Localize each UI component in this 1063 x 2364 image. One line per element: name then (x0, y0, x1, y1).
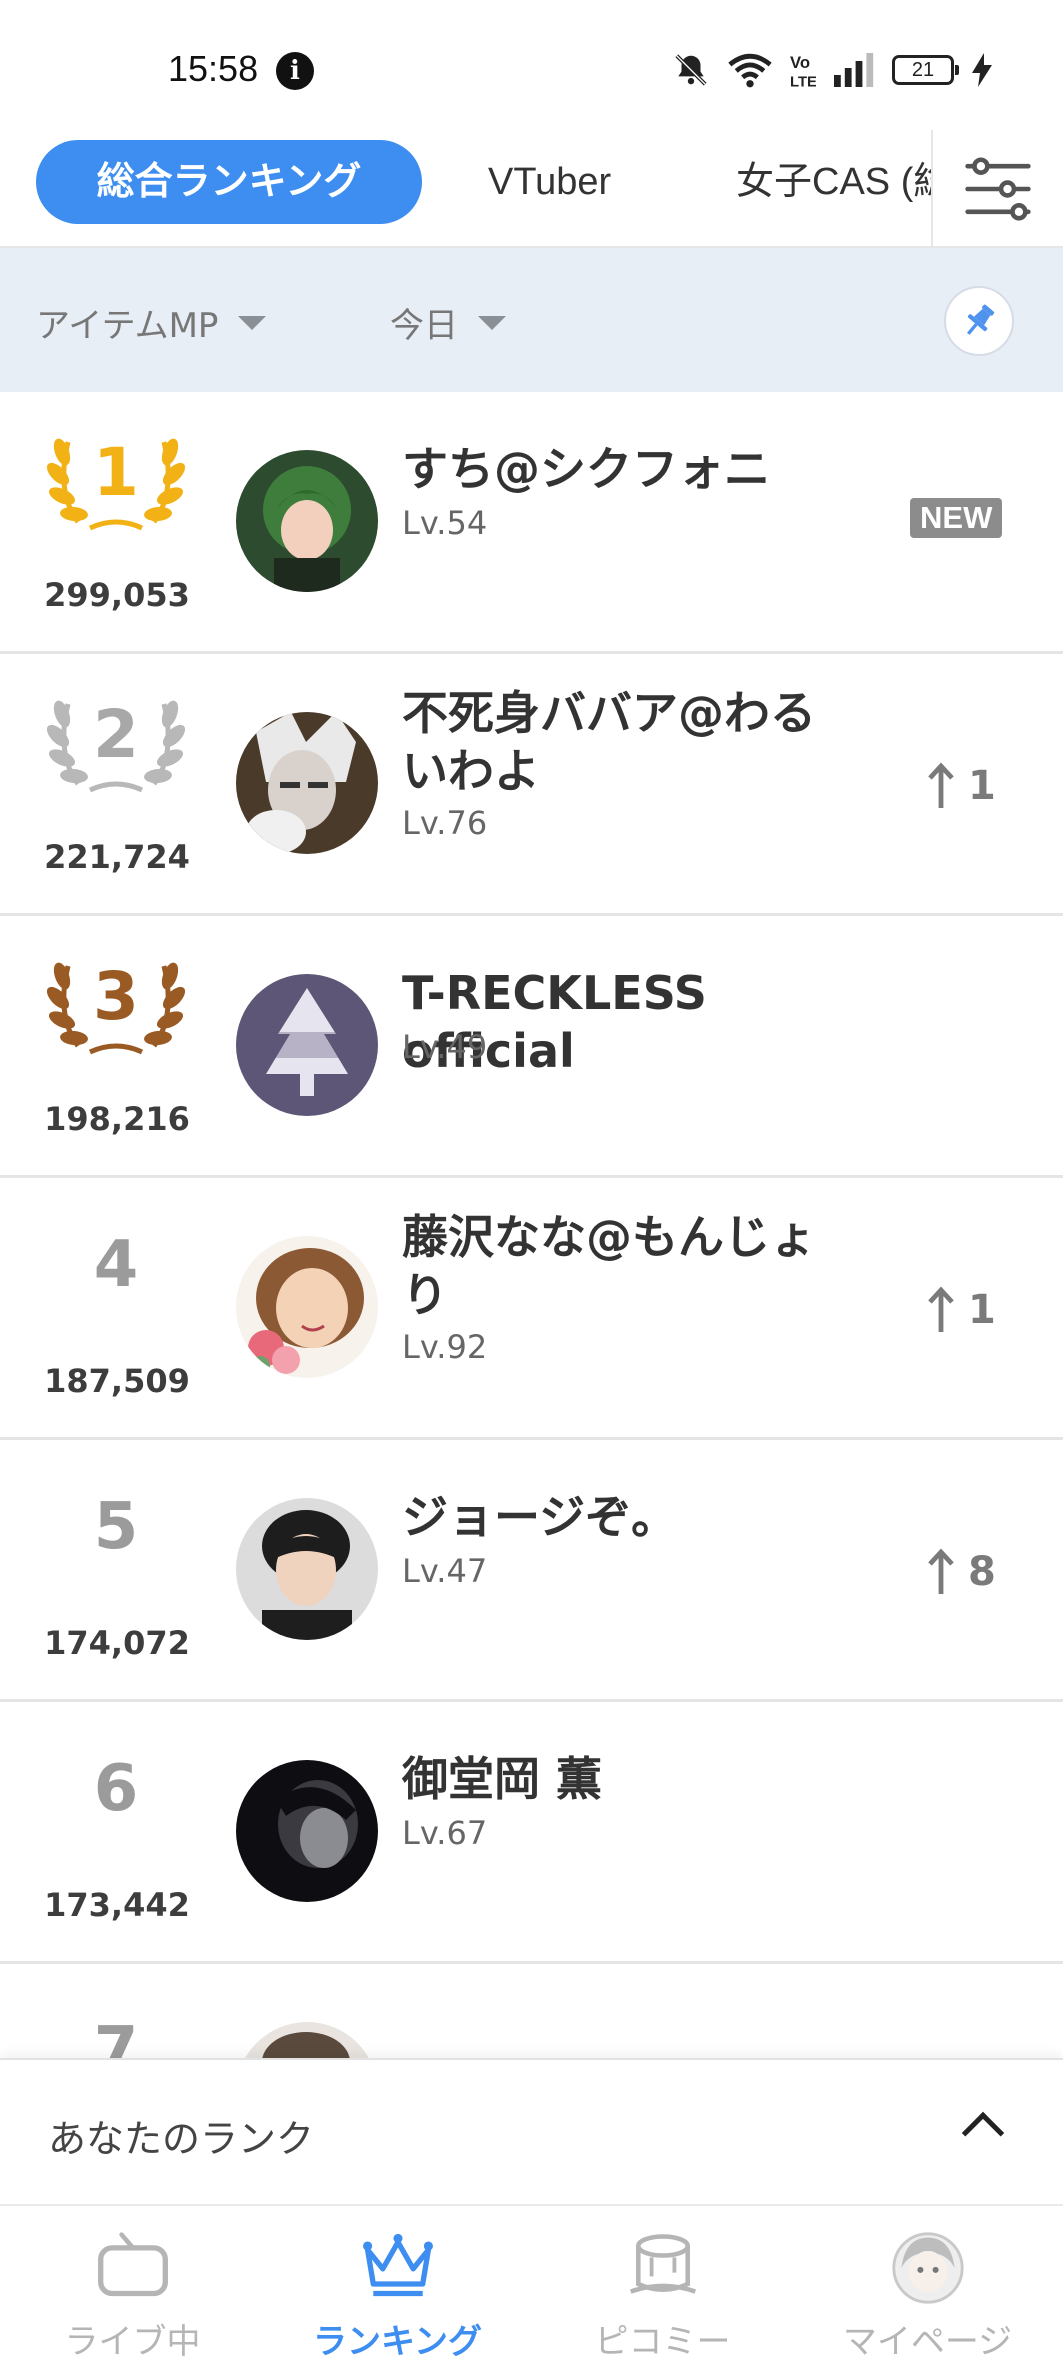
rank-change-value: 1 (968, 763, 996, 809)
rank-change: 1 (928, 762, 996, 810)
ranking-row[interactable]: 5 174,072 ジョージぞ。 Lv.47 8 (0, 1440, 1063, 1702)
chevron-up-icon[interactable] (961, 2111, 1005, 2155)
ranking-row[interactable]: 4 187,509 藤沢なな@もんじょり Lv.92 1 (0, 1178, 1063, 1440)
signal-icon (834, 53, 874, 87)
avatar[interactable] (236, 1236, 378, 1378)
nav-label: ランキング (313, 2322, 482, 2362)
wifi-icon (728, 53, 772, 88)
item-mp-label: アイテムMP (36, 306, 219, 346)
streamer-name: 藤沢なな@もんじょり (402, 1210, 816, 1322)
sliders-icon (965, 157, 1031, 221)
nav-label: ライブ中 (64, 2322, 201, 2362)
status-time: 15:58 (168, 48, 259, 89)
tv-icon (95, 2230, 171, 2304)
rank-score: 173,442 (44, 1886, 190, 1924)
avatar[interactable] (236, 712, 378, 854)
ranking-row[interactable]: 2 221,724 不死身ババア@わるいわよ Lv.76 1 (0, 654, 1063, 916)
avatar[interactable] (236, 974, 378, 1116)
bronze-laurel-badge: 3 (38, 936, 194, 1066)
rank-score: 174,072 (44, 1624, 190, 1662)
svg-text:Vo: Vo (790, 53, 810, 72)
streamer-level: Lv.76 (402, 804, 488, 842)
pin-icon (967, 304, 995, 335)
crown-icon (360, 2230, 436, 2304)
rank-change-value: 1 (968, 1287, 996, 1333)
period-dropdown[interactable]: 今日 (390, 298, 506, 347)
arrow-up-icon (928, 1548, 954, 1594)
rank-score: 187,509 (44, 1362, 190, 1400)
nav-ranking[interactable]: ランキング (265, 2206, 530, 2364)
rank-score: 299,053 (44, 576, 190, 614)
rank-number: 5 (93, 1490, 139, 1564)
avatar[interactable] (236, 1760, 378, 1902)
nav-mypage[interactable]: マイページ (795, 2206, 1060, 2364)
bottom-navigation: ライブ中 ランキング ピコミー マイページ (0, 2204, 1063, 2364)
nav-picome[interactable]: ピコミー (530, 2206, 795, 2364)
streamer-level: Lv.49 (402, 1028, 488, 1066)
streamer-level: Lv.54 (402, 504, 488, 542)
streamer-name: 不死身ババア@わるいわよ (402, 686, 816, 798)
rank-number: 7 (93, 2014, 139, 2060)
status-icons: Vo LTE 21 (672, 48, 992, 92)
streamer-level: Lv.92 (402, 1328, 488, 1366)
ranking-row[interactable]: 1 299,053 すち@シクフォニ Lv.54 NEW (0, 392, 1063, 654)
tab-overall-ranking[interactable]: 総合ランキング (36, 140, 422, 224)
streamer-level: Lv.47 (402, 1552, 488, 1590)
filter-settings-button[interactable] (931, 130, 1063, 246)
battery-icon: 21 (892, 55, 959, 85)
filter-row: アイテムMP 今日 (0, 248, 1063, 392)
category-tabs: 総合ランキング VTuber 女子CAS (総 (0, 130, 1063, 248)
charging-icon (972, 53, 992, 87)
rank-number: 2 (93, 696, 139, 773)
item-mp-dropdown[interactable]: アイテムMP (36, 298, 267, 347)
ranking-row[interactable]: 3 198,216 T-RECKLESS official Lv.49 (0, 916, 1063, 1178)
rank-change: 8 (928, 1548, 996, 1596)
info-icon: i (276, 52, 314, 90)
rank-number: 6 (93, 1752, 139, 1826)
arrow-up-icon (928, 762, 954, 808)
tab-vtuber[interactable]: VTuber (488, 140, 611, 224)
status-bar: 15:58 i Vo LTE 21 (0, 0, 1063, 130)
ranking-list: 1 299,053 すち@シクフォニ Lv.54 NEW 2 221,724 不… (0, 392, 1063, 2060)
tree-stump-icon (625, 2230, 701, 2304)
your-rank-label: あなたのランク (48, 2117, 315, 2161)
volte-icon: Vo LTE (790, 53, 816, 89)
avatar[interactable] (236, 450, 378, 592)
ranking-row[interactable]: 7 (0, 1964, 1063, 2060)
caret-down-icon (238, 315, 267, 330)
user-avatar-icon (890, 2230, 966, 2310)
svg-text:LTE: LTE (790, 75, 816, 89)
silver-laurel-badge: 2 (38, 674, 194, 804)
avatar[interactable] (236, 1498, 378, 1640)
pin-button[interactable] (944, 286, 1014, 356)
avatar[interactable] (236, 2022, 378, 2060)
tab-girls-cas[interactable]: 女子CAS (総 (736, 140, 951, 224)
your-rank-bar[interactable]: あなたのランク (0, 2058, 1063, 2204)
rank-change-value: 8 (968, 1549, 996, 1595)
streamer-level: Lv.67 (402, 1814, 488, 1852)
rank-number: 4 (93, 1228, 139, 1302)
nav-label: マイページ (842, 2322, 1013, 2362)
bell-muted-icon (675, 54, 707, 86)
rank-score: 198,216 (44, 1100, 190, 1138)
streamer-name: すち@シクフォニ (402, 442, 770, 496)
arrow-up-icon (928, 1286, 954, 1332)
rank-number: 3 (93, 958, 139, 1035)
gold-laurel-badge: 1 (38, 412, 194, 542)
rank-number: 1 (93, 434, 139, 511)
period-label: 今日 (390, 306, 458, 346)
rank-change: 1 (928, 1286, 996, 1334)
streamer-name: ジョージぞ。 (402, 1490, 678, 1544)
streamer-name: 御堂岡 薫 (402, 1752, 603, 1806)
ranking-row[interactable]: 6 173,442 御堂岡 薫 Lv.67 (0, 1702, 1063, 1964)
caret-down-icon (478, 315, 506, 330)
rank-score: 221,724 (44, 838, 190, 876)
nav-live[interactable]: ライブ中 (0, 2206, 265, 2364)
nav-label: ピコミー (594, 2322, 731, 2362)
new-badge: NEW (910, 498, 1003, 538)
